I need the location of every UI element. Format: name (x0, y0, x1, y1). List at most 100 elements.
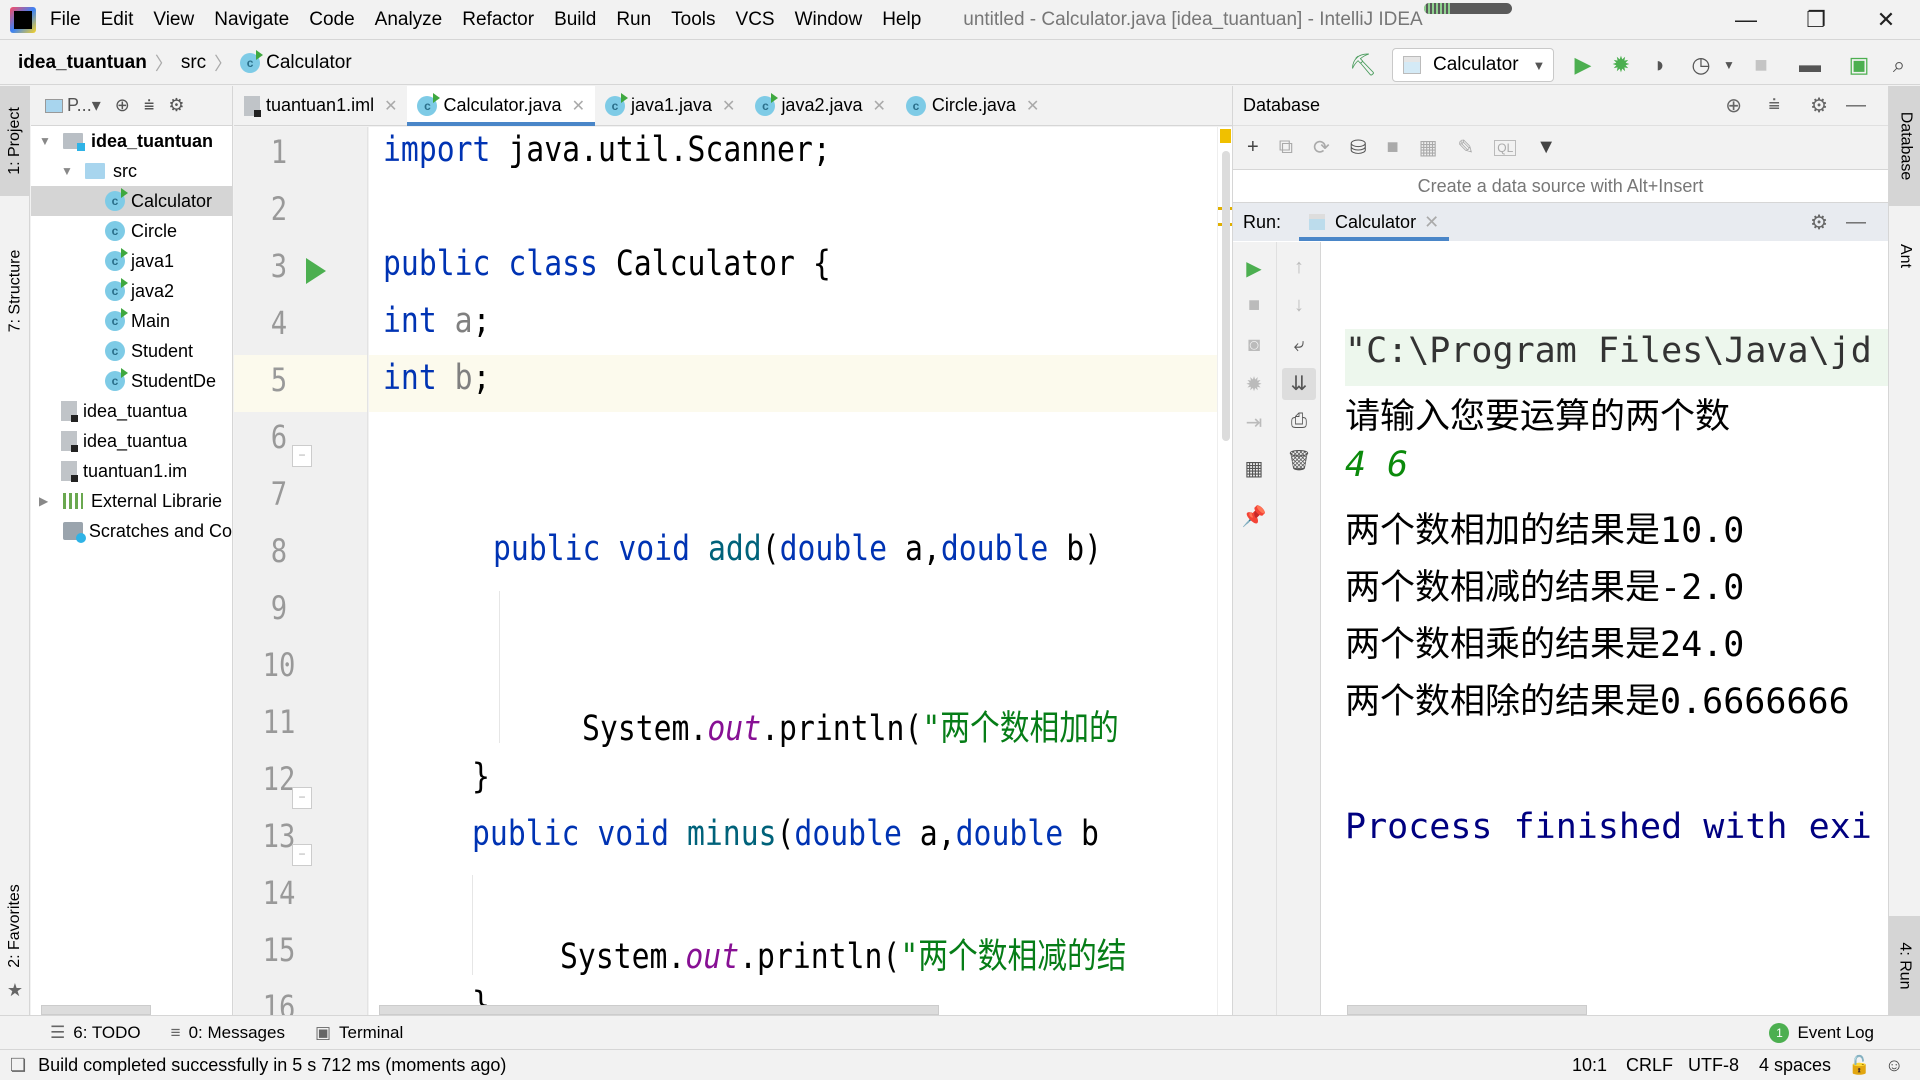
debug-icon[interactable]: ✹ (1237, 372, 1271, 397)
stop-icon[interactable]: ■ (1387, 136, 1399, 159)
fold-marker[interactable]: − (292, 844, 312, 866)
breadcrumb-project[interactable]: idea_tuantuan (18, 52, 147, 74)
tool-tab-favorites[interactable]: 2: Favorites (0, 866, 30, 986)
menu-analyze[interactable]: Analyze (375, 9, 443, 31)
gear-icon[interactable]: ⚙ (168, 95, 184, 116)
coverage-icon[interactable]: ◗ (1647, 52, 1673, 78)
editor-tab[interactable]: c java2.java ✕ (745, 86, 895, 126)
run-anything-icon[interactable]: ▣ (1846, 52, 1872, 78)
tool-tab-ant[interactable]: Ant (1889, 216, 1920, 296)
close-tab-icon[interactable]: ✕ (1026, 96, 1039, 116)
menu-view[interactable]: View (153, 9, 194, 31)
tree-item[interactable]: ▼ idea_tuantuan (31, 126, 232, 156)
tree-item[interactable]: c java1 (31, 246, 232, 276)
minimize-button[interactable]: — (1716, 0, 1776, 40)
scroll-thumb[interactable] (1222, 151, 1230, 441)
layout-icon[interactable]: ▦ (1237, 456, 1271, 481)
expand-down-icon[interactable]: ▼ (61, 164, 75, 178)
run-tab-calculator[interactable]: Calculator ✕ (1299, 203, 1450, 241)
editor-tab[interactable]: c Circle.java ✕ (896, 86, 1049, 126)
breadcrumb-folder[interactable]: src (181, 52, 206, 74)
duplicate-icon[interactable]: ⧉ (1279, 136, 1293, 159)
tool-tab-project[interactable]: 1: Project (0, 86, 30, 196)
menu-run[interactable]: Run (616, 9, 651, 31)
collapse-all-icon[interactable]: ⩧ (144, 95, 155, 116)
tree-item[interactable]: c StudentDe (31, 366, 232, 396)
code-editor[interactable]: import java.util.Scanner; public class C… (369, 127, 1217, 1015)
scroll-to-end-icon[interactable]: ⇊ (1282, 368, 1316, 400)
add-datasource-icon[interactable]: + (1247, 136, 1259, 159)
locate-icon[interactable]: ⊕ (1725, 93, 1742, 118)
tool-tab-terminal[interactable]: ▣ Terminal (315, 1023, 403, 1043)
close-button[interactable]: ✕ (1856, 0, 1916, 40)
build-hammer-icon[interactable]: ⛏ (1349, 52, 1377, 78)
tree-item[interactable]: Scratches and Co (31, 516, 232, 546)
filter-icon[interactable]: ▼ (1536, 136, 1556, 159)
indent-setting[interactable]: 4 spaces (1759, 1055, 1831, 1076)
arrow-down-icon[interactable]: ↓ (1282, 294, 1316, 317)
datasource-properties-icon[interactable]: ⛁ (1350, 135, 1367, 160)
tool-tab-run[interactable]: 4: Run (1889, 916, 1920, 1015)
refresh-icon[interactable]: ⟳ (1313, 135, 1330, 160)
tree-item[interactable]: idea_tuantua (31, 396, 232, 426)
pin-icon[interactable]: 📌 (1237, 504, 1271, 529)
hide-panel-icon[interactable]: — (1846, 94, 1866, 117)
tree-item[interactable]: idea_tuantua (31, 426, 232, 456)
screenshot-icon[interactable]: ◙ (1237, 334, 1271, 357)
close-tab-icon[interactable]: ✕ (1424, 212, 1439, 233)
menu-window[interactable]: Window (795, 9, 863, 31)
tool-tab-structure[interactable]: 7: Structure (0, 226, 30, 356)
tree-item[interactable]: c java2 (31, 276, 232, 306)
profile-dropdown-icon[interactable]: ▼ (1716, 52, 1742, 78)
restore-button[interactable]: ❐ (1786, 0, 1846, 40)
tree-item[interactable]: ▼ src (31, 156, 232, 186)
analysis-warning-indicator[interactable] (1220, 129, 1231, 143)
trash-icon[interactable]: 🗑 (1282, 448, 1316, 473)
tool-tab-todo[interactable]: ☰ 6: TODO (50, 1023, 141, 1043)
tree-item[interactable]: c Student (31, 336, 232, 366)
menu-refactor[interactable]: Refactor (462, 9, 534, 31)
gear-icon[interactable]: ⚙ (1810, 210, 1828, 235)
expand-right-icon[interactable]: ▶ (39, 494, 53, 508)
stop-icon[interactable]: ■ (1748, 52, 1774, 78)
arrow-up-icon[interactable]: ↑ (1282, 256, 1316, 279)
editor-vertical-scrollbar[interactable] (1217, 127, 1232, 1015)
run-configuration-select[interactable]: Calculator ▼ (1392, 48, 1554, 82)
expand-down-icon[interactable]: ▼ (39, 134, 53, 148)
soft-wrap-icon[interactable]: ⤶ (1282, 334, 1316, 357)
tree-item[interactable]: c Calculator (31, 186, 232, 216)
collapse-all-icon[interactable]: ⩧ (1768, 94, 1780, 117)
editor-horizontal-scrollbar[interactable] (379, 1005, 939, 1015)
toggle-tool-windows-icon[interactable]: ❏ (10, 1055, 26, 1076)
editor-tab[interactable]: tuantuan1.iml ✕ (234, 86, 407, 126)
query-console-icon[interactable]: QL (1494, 139, 1517, 156)
menu-navigate[interactable]: Navigate (214, 9, 289, 31)
tree-item[interactable]: c Main (31, 306, 232, 336)
tree-item[interactable]: c Circle (31, 216, 232, 246)
run-gutter-icon[interactable] (306, 258, 326, 284)
line-separator[interactable]: CRLF (1626, 1055, 1673, 1076)
profile-icon[interactable]: ◷ (1688, 52, 1714, 78)
menu-edit[interactable]: Edit (101, 9, 134, 31)
tree-item[interactable]: ▶ External Librarie (31, 486, 232, 516)
stop-icon[interactable]: ■ (1237, 294, 1271, 317)
project-structure-icon[interactable]: ▬ (1797, 52, 1823, 78)
edit-icon[interactable]: ✎ (1458, 135, 1475, 160)
tool-tab-messages[interactable]: ≡ 0: Messages (171, 1023, 285, 1043)
debug-bug-icon[interactable]: ✹ (1608, 52, 1634, 78)
lock-icon[interactable]: 🔓 (1848, 1055, 1870, 1076)
locate-icon[interactable]: ⊕ (115, 95, 130, 116)
print-icon[interactable]: ⎙ (1282, 410, 1316, 433)
rerun-icon[interactable]: ▶ (1237, 256, 1271, 281)
tree-item[interactable]: tuantuan1.im (31, 456, 232, 486)
caret-position[interactable]: 10:1 (1572, 1055, 1607, 1076)
menu-code[interactable]: Code (309, 9, 354, 31)
run-icon[interactable]: ▶ (1570, 52, 1596, 78)
close-tab-icon[interactable]: ✕ (873, 96, 886, 116)
breadcrumb-file[interactable]: Calculator (266, 52, 352, 74)
close-tab-icon[interactable]: ✕ (722, 96, 735, 116)
hide-panel-icon[interactable]: — (1846, 211, 1866, 234)
editor-tab[interactable]: c java1.java ✕ (595, 86, 745, 126)
menu-build[interactable]: Build (554, 9, 596, 31)
hector-icon[interactable]: ☺ (1885, 1055, 1903, 1076)
